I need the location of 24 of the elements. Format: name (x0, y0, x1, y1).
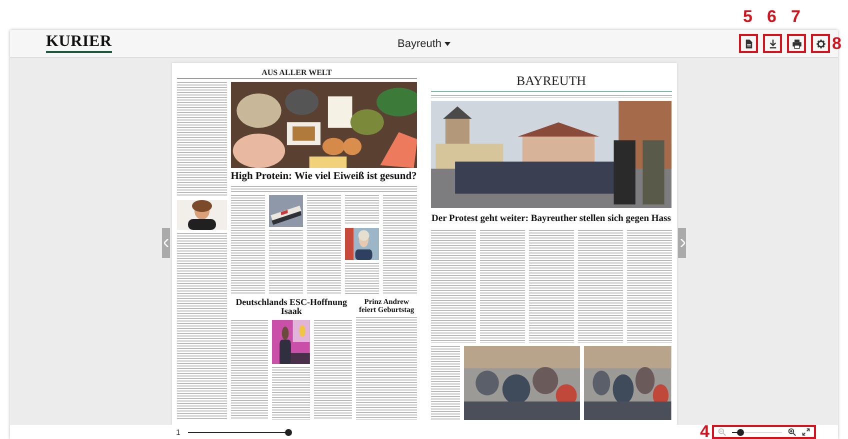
callout-number: 7 (791, 8, 800, 25)
chevron-left-icon (164, 239, 168, 247)
document-icon (744, 38, 754, 48)
section-title: BAYREUTH (431, 68, 672, 92)
caret-icon (444, 42, 451, 46)
printer-icon (792, 38, 802, 48)
callout-number: 8 (832, 35, 842, 52)
chevron-right-icon (680, 239, 684, 247)
page-number: 1 (176, 428, 180, 436)
fullscreen-icon[interactable] (802, 428, 810, 436)
article-headline: Deutschlands ESC-Hoffnung Isaak (234, 298, 348, 318)
logo[interactable]: KURIER (46, 34, 112, 53)
page-slider-thumb[interactable] (285, 428, 292, 436)
edition-dropdown[interactable]: Bayreuth (397, 38, 451, 50)
article-headline: High Protein: Wie viel Eiweiß ist gesund? (230, 171, 417, 183)
callout-number: 6 (767, 8, 776, 25)
callout-number: 4 (700, 423, 710, 439)
settings-icon (816, 38, 826, 48)
download-icon (768, 38, 778, 48)
zoom-slider-thumb[interactable] (736, 428, 744, 436)
zoom-in-icon[interactable] (788, 428, 796, 436)
section-title: AUS ALLER WELT (262, 68, 332, 77)
callout-number: 5 (743, 8, 752, 25)
article-headline: Der Protest geht weiter: Bayreuther stellen sich gegen Hass (431, 213, 672, 226)
